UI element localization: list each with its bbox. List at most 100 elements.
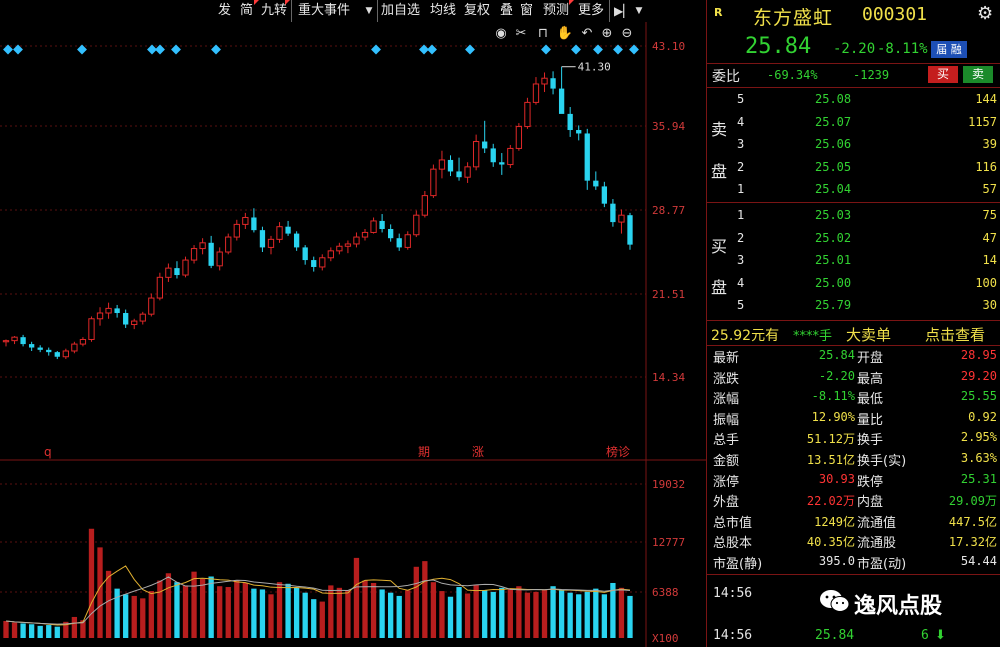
stat-row: 总手 51.12万 换手 2.95% — [707, 427, 1000, 448]
ask-row-3[interactable]: 3 25.06 39 — [707, 134, 1000, 156]
volume-bar — [430, 582, 437, 638]
lock-icon[interactable]: ⊓ — [534, 25, 552, 43]
stat-value: 25.55 — [960, 389, 997, 404]
zoom-out-icon[interactable]: ⊖ — [618, 25, 636, 43]
volume-bar — [11, 622, 18, 638]
price-axis-label: 35.94 — [652, 120, 685, 133]
toolbar-item-events[interactable]: 重大事件 — [298, 2, 350, 20]
order-ratio-pct: -69.34% — [767, 68, 818, 82]
ask-row-4[interactable]: 4 25.07 1157 — [707, 112, 1000, 134]
undo-icon[interactable]: ↶ — [578, 25, 596, 43]
ask-row-5[interactable]: 5 25.08 144 — [707, 89, 1000, 111]
stat-value: 22.02万 — [806, 494, 855, 509]
event-label: 涨 — [472, 444, 484, 459]
candle-body — [71, 343, 78, 352]
events-dropdown-icon[interactable]: ▼ — [362, 4, 376, 18]
bid-row-5[interactable]: 5 25.79 30 — [707, 295, 1000, 317]
toolbar-item-adjust[interactable]: 复权 — [464, 2, 490, 20]
volume-bar — [362, 580, 368, 638]
candle-body — [482, 141, 488, 149]
quote-panel: R 东方盛虹 000301 ⚙ 25.84 -2.20 -8.11% 届 融 委… — [706, 0, 1000, 647]
toolbar-item-fa[interactable]: 发 — [218, 2, 231, 20]
gear-icon[interactable]: ⚙ — [977, 3, 993, 24]
candle-body — [114, 308, 120, 314]
candle-body — [507, 147, 514, 166]
event-diamond — [371, 44, 381, 55]
volume-bar — [157, 580, 163, 638]
volume-bar — [558, 590, 565, 638]
volume-bar — [268, 594, 274, 638]
stat-label: 市盈(动) — [857, 557, 907, 572]
candle-body — [293, 233, 300, 248]
big-order-view-link[interactable]: 点击查看 — [925, 324, 985, 345]
hand-icon[interactable]: ✋ — [556, 25, 574, 43]
price-axis-label: 43.10 — [652, 40, 685, 53]
volume-bar — [191, 571, 197, 638]
scissors-icon[interactable]: ✂ — [512, 25, 530, 43]
volume-bar — [165, 573, 172, 638]
toolbar-item-more[interactable]: 更多 — [578, 2, 604, 20]
volume-bar — [473, 584, 479, 638]
stat-label: 外盘 — [713, 495, 740, 511]
stat-label: 总市值 — [713, 515, 753, 531]
candle-body — [584, 133, 590, 181]
candle-body — [233, 223, 240, 238]
bid-volume: 47 — [982, 230, 997, 245]
ask-row-2[interactable]: 2 25.05 116 — [707, 157, 1000, 179]
volume-bar — [293, 587, 300, 638]
ask-volume: 1157 — [968, 114, 997, 129]
bid-price: 25.01 — [815, 253, 852, 268]
candle-body — [216, 251, 223, 267]
candle-body — [601, 186, 608, 204]
volume-bar — [276, 582, 283, 638]
candle-body — [558, 88, 565, 114]
toolbar-item-jiuzhuan[interactable]: 九转 — [261, 2, 287, 20]
candle-body — [199, 242, 206, 250]
candle-body — [541, 77, 548, 85]
stat-value: 17.32亿 — [948, 535, 997, 550]
kline-chart[interactable]: 43.10 35.94 28.77 21.51 14.34 19032 12777 6388 X… — [0, 22, 706, 647]
margin-badge: 届 融 — [931, 41, 967, 58]
chevron-down-icon[interactable]: ▼ — [632, 4, 646, 18]
ask-price: 25.06 — [815, 137, 852, 152]
bid-level: 1 — [737, 208, 745, 222]
ask-row-1[interactable]: 1 25.04 57 — [707, 179, 1000, 201]
price-axis-label: 14.34 — [652, 371, 685, 384]
candle-body — [430, 168, 437, 197]
bid-row-1[interactable]: 1 25.03 75 — [707, 205, 1000, 227]
zoom-in-icon[interactable]: ⊕ — [598, 25, 616, 43]
tick-price: 25.84 — [815, 628, 855, 643]
toolbar-item-add-watch[interactable]: 加自选 — [381, 2, 420, 20]
volume-bar — [584, 591, 590, 638]
eye-icon[interactable]: ◉ — [492, 25, 510, 43]
ask-price: 25.07 — [815, 114, 852, 129]
bid-row-4[interactable]: 4 25.00 100 — [707, 273, 1000, 295]
chart-toolbar: 发 简 九转 重大事件 ▼ 加自选 均线 复权 叠 窗 预测 更多 ▶▏ ▼ — [0, 0, 706, 22]
candle-body — [524, 101, 531, 128]
bid-row-2[interactable]: 2 25.02 47 — [707, 228, 1000, 250]
bid-level: 4 — [737, 275, 745, 290]
toolbar-item-window[interactable]: 窗 — [520, 2, 533, 20]
candle-body — [182, 259, 189, 276]
buy-button[interactable]: 买 — [928, 66, 958, 83]
stat-row: 总市值 1249亿 流通值 447.5亿 — [707, 510, 1000, 531]
volume-axis-label: 12777 — [652, 536, 685, 549]
candle-body — [54, 352, 60, 357]
toolbar-item-forecast[interactable]: 预测 — [543, 2, 569, 20]
stat-label: 市盈(静) — [713, 557, 763, 572]
play-arrow-icon[interactable]: ▶▏ — [614, 4, 632, 18]
stat-value: 395.0 — [818, 554, 855, 568]
bid-row-3[interactable]: 3 25.01 14 — [707, 250, 1000, 272]
bid-level: 2 — [737, 230, 745, 245]
event-diamond — [541, 44, 551, 55]
sell-button[interactable]: 卖 — [963, 66, 993, 83]
toolbar-item-ma[interactable]: 均线 — [430, 2, 456, 20]
volume-bar — [251, 588, 257, 638]
toolbar-item-jian[interactable]: 简 — [240, 2, 253, 20]
candle-body — [379, 220, 385, 229]
stat-label: 金额 — [713, 454, 740, 469]
stat-row: 涨幅 -8.11% 最低 25.55 — [707, 386, 1000, 407]
toolbar-item-overlay[interactable]: 叠 — [500, 2, 513, 20]
volume-bar — [576, 594, 582, 638]
order-ratio-label: 委比 — [712, 69, 740, 85]
